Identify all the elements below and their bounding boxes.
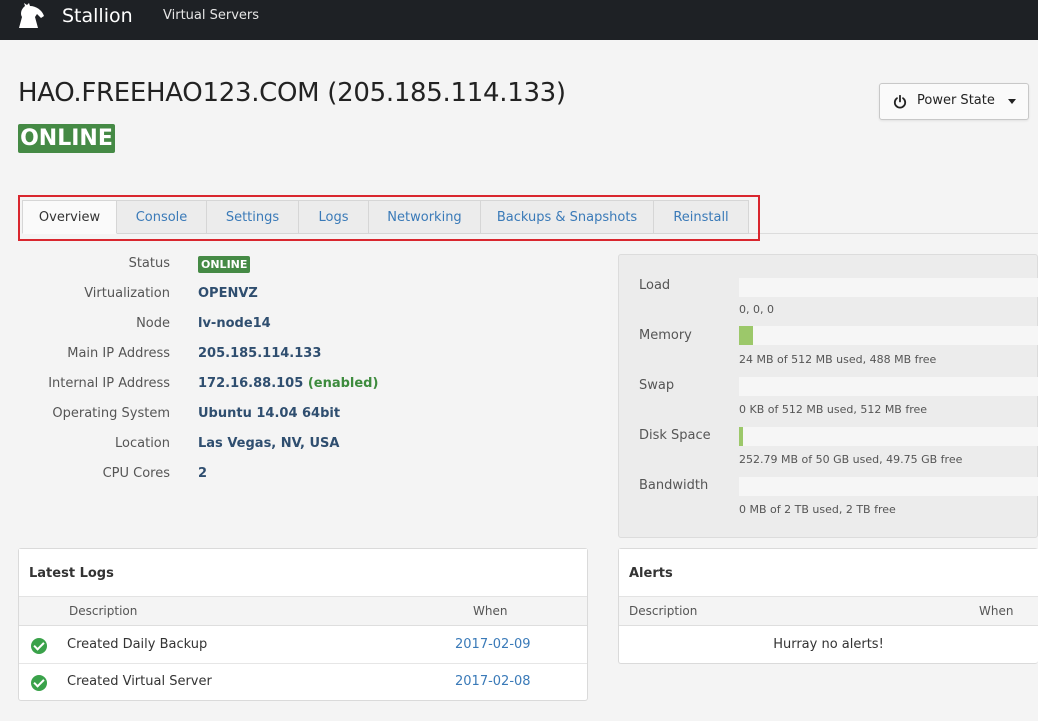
disk-bar-fill	[739, 427, 743, 446]
check-circle-icon	[31, 675, 47, 691]
panel-header: Alerts	[619, 549, 1038, 597]
usage-text-swap: 0 KB of 512 MB used, 512 MB free	[739, 403, 928, 416]
horse-logo-icon[interactable]	[16, 3, 46, 29]
info-value: 205.185.114.133	[198, 346, 322, 361]
usage-label-bandwidth: Bandwidth	[639, 478, 709, 493]
table-row: Created Daily Backup 2017-02-09	[19, 627, 587, 664]
info-value: OPENVZ	[198, 286, 258, 301]
status-badge: ONLINE	[18, 124, 115, 153]
resource-usage-panel: Load 0, 0, 0 Memory 24 MB of 512 MB used…	[618, 254, 1038, 538]
info-label: Status	[128, 256, 170, 271]
power-state-label: Power State	[917, 93, 995, 108]
swap-bar	[739, 377, 1038, 396]
info-row-internal-ip: Internal IP Address 172.16.88.105 (enabl…	[0, 376, 600, 396]
table-header: Description When	[619, 597, 1038, 626]
power-state-button[interactable]: Power State	[879, 83, 1029, 120]
info-row-location: Location Las Vegas, NV, USA	[0, 436, 600, 456]
info-label: Internal IP Address	[48, 376, 170, 391]
info-row-main-ip: Main IP Address 205.185.114.133	[0, 346, 600, 366]
status-badge-small: ONLINE	[198, 256, 251, 273]
info-label: Operating System	[52, 406, 170, 421]
load-bar	[739, 278, 1038, 297]
log-date-link[interactable]: 2017-02-09	[455, 637, 531, 652]
check-circle-icon	[31, 638, 47, 654]
memory-bar	[739, 326, 1038, 345]
usage-text-memory: 24 MB of 512 MB used, 488 MB free	[739, 353, 937, 366]
panel-title: Alerts	[629, 566, 673, 581]
log-description: Created Virtual Server	[67, 674, 212, 689]
usage-text-load: 0, 0, 0	[739, 303, 774, 316]
column-header-description: Description	[69, 604, 138, 618]
usage-label-swap: Swap	[639, 378, 675, 393]
info-row-cpu: CPU Cores 2	[0, 466, 600, 486]
usage-text-bandwidth: 0 MB of 2 TB used, 2 TB free	[739, 503, 896, 516]
disk-bar	[739, 427, 1038, 446]
column-header-when: When	[473, 604, 508, 618]
tab-divider-line	[748, 233, 1038, 234]
info-value: ONLINE	[198, 256, 251, 273]
panel-header: Latest Logs	[19, 549, 587, 597]
usage-label-disk: Disk Space	[639, 428, 711, 443]
chevron-down-icon	[1008, 99, 1016, 104]
nav-virtual-servers[interactable]: Virtual Servers	[163, 8, 259, 23]
table-header: Description When	[19, 597, 587, 626]
column-header-when: When	[979, 604, 1014, 618]
column-header-description: Description	[629, 604, 698, 618]
info-row-virtualization: Virtualization OPENVZ	[0, 286, 600, 306]
info-row-status: Status ONLINE	[0, 256, 600, 276]
info-value: 172.16.88.105 (enabled)	[198, 376, 378, 391]
memory-bar-fill	[739, 326, 754, 345]
info-label: Node	[136, 316, 170, 331]
info-label: Virtualization	[84, 286, 170, 301]
info-label: Main IP Address	[67, 346, 170, 361]
power-icon	[893, 95, 907, 109]
table-row: Created Virtual Server 2017-02-08	[19, 664, 587, 701]
info-label: CPU Cores	[102, 466, 170, 481]
info-value: Las Vegas, NV, USA	[198, 436, 340, 451]
usage-label-memory: Memory	[639, 328, 692, 343]
no-alerts-message: Hurray no alerts!	[773, 637, 884, 652]
alerts-panel: Alerts Description When Hurray no alerts…	[618, 548, 1038, 664]
info-value: lv-node14	[198, 316, 271, 331]
internal-ip-value: 172.16.88.105	[198, 376, 304, 391]
internal-ip-state: (enabled)	[307, 376, 379, 391]
top-navbar: Stallion Virtual Servers	[0, 0, 1038, 40]
info-row-node: Node lv-node14	[0, 316, 600, 336]
tabs-highlight-box	[18, 195, 760, 241]
log-date-link[interactable]: 2017-02-08	[455, 674, 531, 689]
info-row-os: Operating System Ubuntu 14.04 64bit	[0, 406, 600, 426]
log-description: Created Daily Backup	[67, 637, 208, 652]
usage-label-load: Load	[639, 278, 671, 293]
info-label: Location	[115, 436, 170, 451]
latest-logs-panel: Latest Logs Description When Created Dai…	[18, 548, 588, 701]
info-value: Ubuntu 14.04 64bit	[198, 406, 341, 421]
bandwidth-bar	[739, 477, 1038, 496]
panel-title: Latest Logs	[29, 566, 114, 581]
page-title: HAO.FREEHAO123.COM (205.185.114.133)	[18, 78, 566, 108]
brand-name[interactable]: Stallion	[62, 5, 133, 27]
usage-text-disk: 252.79 MB of 50 GB used, 49.75 GB free	[739, 453, 963, 466]
info-value: 2	[198, 466, 208, 481]
